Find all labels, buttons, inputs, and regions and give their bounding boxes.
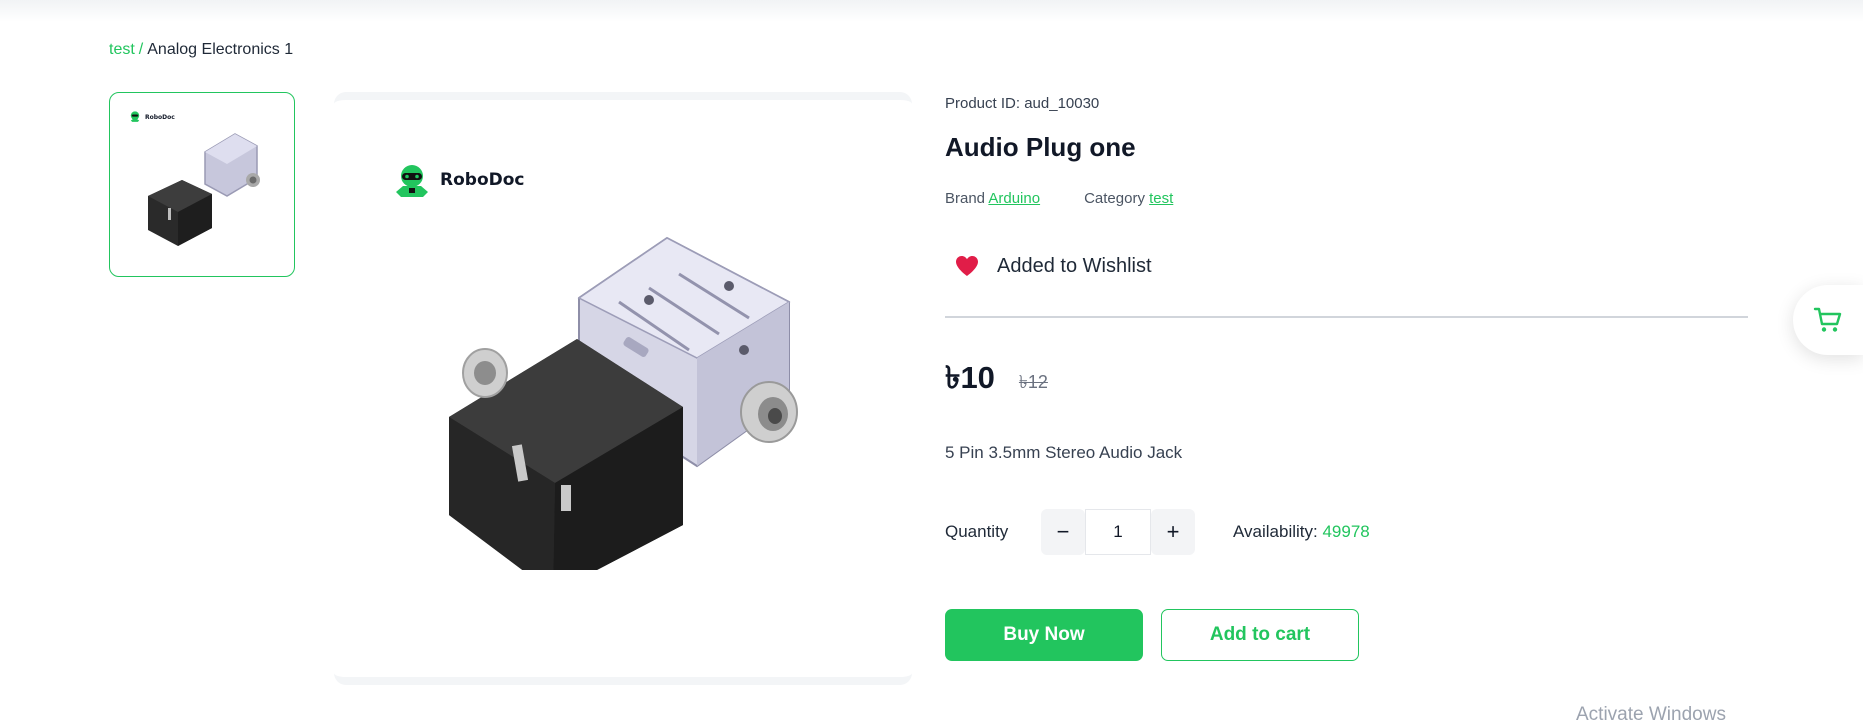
category-info: Category test <box>1084 190 1173 207</box>
quantity-stepper: − + <box>1041 509 1195 555</box>
availability: Availability: 49978 <box>1233 522 1370 542</box>
windows-activation-watermark: Activate Windows <box>1576 704 1726 722</box>
shopping-cart-icon <box>1793 285 1863 355</box>
product-title: Audio Plug one <box>945 132 1136 162</box>
wishlist-toggle[interactable]: Added to Wishlist <box>945 244 1152 288</box>
quantity-input[interactable] <box>1085 509 1151 555</box>
brand-label: Brand <box>945 190 986 207</box>
audio-jack-thumbnail-image <box>148 133 260 246</box>
thumbnail-logo-text: RoboDoc <box>145 113 175 121</box>
current-price: ৳10 <box>945 360 995 395</box>
breadcrumb-separator: / <box>138 41 144 58</box>
product-thumbnail[interactable]: RoboDoc <box>109 92 295 277</box>
availability-label: Availability: <box>1233 522 1318 541</box>
breadcrumb: test / Analog Electronics 1 <box>109 41 293 59</box>
price-block: ৳10 ৳12 <box>945 354 1048 406</box>
brand-link[interactable]: Arduino <box>988 190 1040 207</box>
availability-count: 49978 <box>1322 522 1370 541</box>
thumbnail-logo: RoboDoc <box>128 110 175 124</box>
product-meta: Brand Arduino Category test <box>945 190 1173 207</box>
robot-logo-icon <box>396 165 428 197</box>
audio-jack-main-image <box>449 236 798 570</box>
purchase-actions: Buy Now Add to cart <box>945 609 1359 661</box>
quantity-row: Quantity − + Availability: 49978 <box>945 509 1370 555</box>
divider <box>945 316 1748 318</box>
original-price: ৳12 <box>1018 372 1048 392</box>
brand-info: Brand Arduino <box>945 190 1040 207</box>
product-info: Product ID: aud_10030 Audio Plug one Bra… <box>945 0 1750 722</box>
product-description: 5 Pin 3.5mm Stereo Audio Jack <box>945 443 1183 462</box>
buy-now-button[interactable]: Buy Now <box>945 609 1143 661</box>
main-image-logo-text: RoboDoc <box>440 170 525 190</box>
category-label: Category <box>1084 190 1145 207</box>
product-main-image: RoboDoc <box>334 92 912 685</box>
add-to-cart-button[interactable]: Add to cart <box>1161 609 1359 661</box>
quantity-label: Quantity <box>945 522 1009 541</box>
main-image-logo: RoboDoc <box>392 162 525 198</box>
breadcrumb-link-test[interactable]: test <box>109 41 135 58</box>
robot-logo-icon <box>130 111 140 122</box>
floating-cart-button[interactable] <box>1793 285 1863 355</box>
decrement-button[interactable]: − <box>1041 509 1085 555</box>
wishlist-label: Added to Wishlist <box>997 254 1152 277</box>
category-link[interactable]: test <box>1149 190 1173 207</box>
product-id: Product ID: aud_10030 <box>945 95 1100 112</box>
heart-icon <box>945 244 989 288</box>
increment-button[interactable]: + <box>1151 509 1195 555</box>
breadcrumb-current: Analog Electronics 1 <box>147 41 294 58</box>
